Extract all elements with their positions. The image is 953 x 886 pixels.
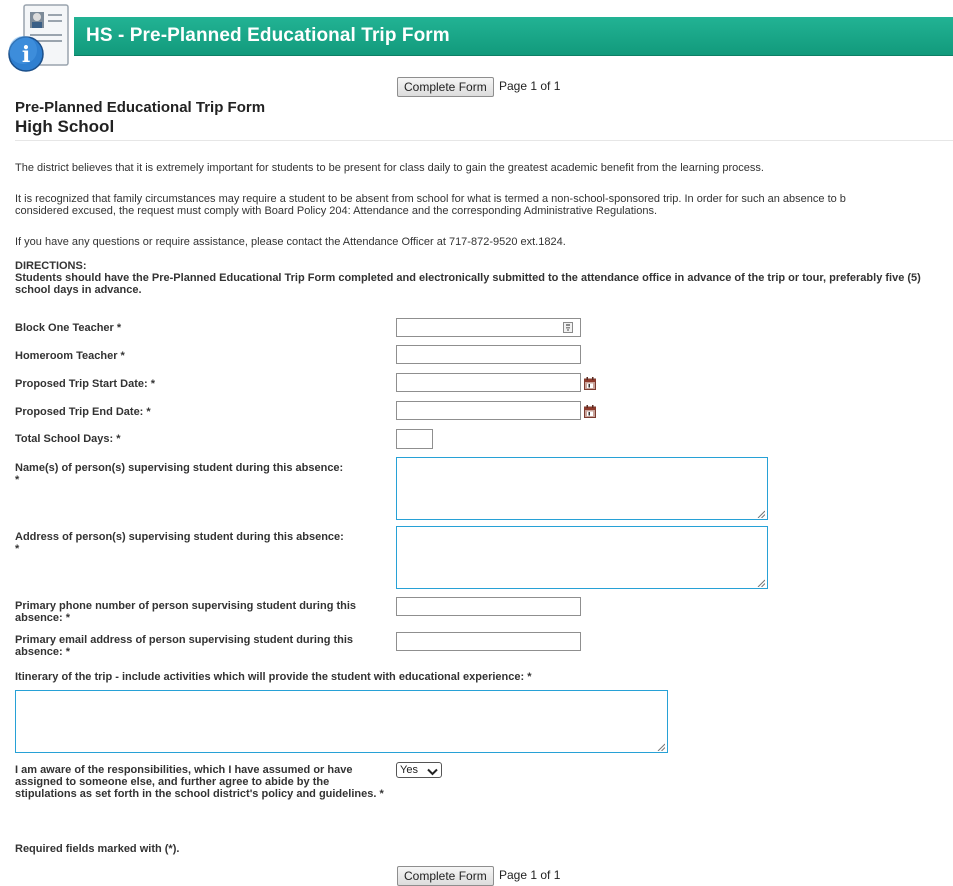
header-bar: HS - Pre-Planned Educational Trip Form [74,17,953,56]
trip-start-date-label: Proposed Trip Start Date: * [15,378,155,390]
chevron-down-icon [427,766,438,780]
agreement-select[interactable]: Yes [396,762,442,778]
calendar-icon[interactable] [584,405,596,418]
form-title: Pre-Planned Educational Trip Form [15,99,266,116]
required-star: * [15,543,20,555]
directions-heading: DIRECTIONS: [15,260,87,272]
primary-email-input[interactable] [396,632,581,651]
intro-paragraph-1: The district believes that it is extreme… [15,162,764,174]
homeroom-teacher-input[interactable] [396,345,581,364]
required-star: * [15,474,20,486]
form-info-icon: i [4,2,70,74]
supervisor-names-textarea[interactable] [396,457,768,520]
agreement-label: I am aware of the responsibilities, whic… [15,764,384,800]
resize-handle-icon[interactable] [757,578,766,588]
directions-text: Students should have the Pre-Planned Edu… [15,272,921,296]
primary-email-label: Primary email address of person supervis… [15,634,354,658]
intro-paragraph-2-line-2: considered excused, the request must com… [15,205,658,217]
total-school-days-input[interactable] [396,429,433,449]
primary-phone-input[interactable] [396,597,581,616]
block-one-teacher-input[interactable] [396,318,581,337]
complete-form-button-bottom[interactable]: Complete Form [397,866,494,886]
page-indicator-top: Page 1 of 1 [499,79,561,93]
page-indicator-bottom: Page 1 of 1 [499,868,561,882]
total-school-days-label: Total School Days: * [15,433,121,445]
resize-handle-icon[interactable] [657,742,666,752]
calendar-icon[interactable] [584,377,596,390]
trip-start-date-input[interactable] [396,373,581,392]
homeroom-teacher-label: Homeroom Teacher * [15,350,125,362]
lookup-icon[interactable] [563,322,573,333]
primary-phone-label: Primary phone number of person supervisi… [15,600,357,624]
page-title: HS - Pre-Planned Educational Trip Form [86,25,450,46]
itinerary-textarea[interactable] [15,690,668,753]
supervisor-address-label: Address of person(s) supervising student… [15,531,344,543]
contact-paragraph: If you have any questions or require ass… [15,236,566,248]
agreement-select-value: Yes [400,764,418,776]
form-subtitle: High School [15,117,115,136]
supervisor-address-textarea[interactable] [396,526,768,589]
trip-end-date-input[interactable] [396,401,581,420]
required-fields-note: Required fields marked with (*). [15,843,180,855]
resize-handle-icon[interactable] [757,509,766,519]
complete-form-button-top[interactable]: Complete Form [397,77,494,97]
trip-end-date-label: Proposed Trip End Date: * [15,406,151,418]
svg-text:i: i [22,42,30,68]
itinerary-label: Itinerary of the trip - include activiti… [15,671,532,683]
block-one-teacher-label: Block One Teacher * [15,322,122,334]
supervisor-names-label: Name(s) of person(s) supervising student… [15,462,344,474]
divider [15,140,953,141]
